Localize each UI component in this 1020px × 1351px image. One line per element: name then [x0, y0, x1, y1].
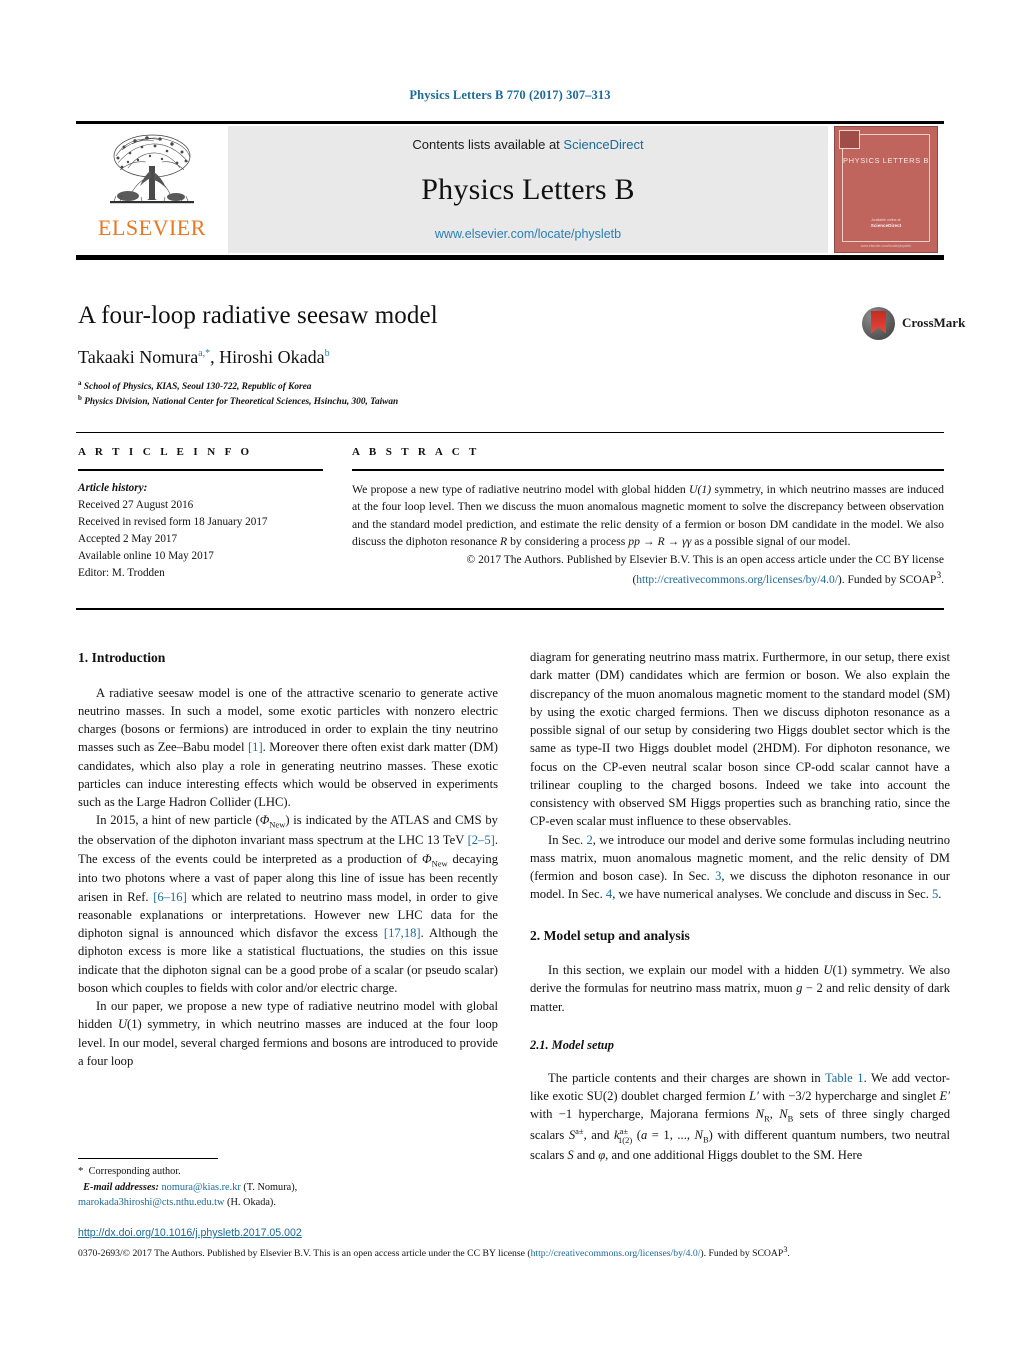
paragraph-intro-5: In Sec. 2, we introduce our model and de… [530, 832, 950, 902]
journal-homepage-link[interactable]: www.elsevier.com/locate/physletb [435, 227, 621, 241]
corresponding-author-note: * Corresponding author. [78, 1163, 498, 1180]
abstract-seg-4: as a possible signal of our model. [691, 534, 851, 548]
footer-copyright-seg-3: . [787, 1248, 790, 1260]
masthead-bottom-rule [76, 255, 944, 260]
abstract-divider [352, 469, 944, 471]
email-owner-okada: (H. Okada). [227, 1196, 276, 1208]
email-link-nomura[interactable]: nomura@kias.re.kr [162, 1182, 241, 1193]
doi-link[interactable]: http://dx.doi.org/10.1016/j.physletb.201… [78, 1227, 302, 1239]
abstract-copyright-seg-3: . [941, 574, 944, 587]
heading-model-setup-analysis: 2. Model setup and analysis [530, 927, 690, 943]
article-info-heading: A R T I C L E I N F O [78, 446, 253, 458]
running-head: Physics Letters B 770 (2017) 307–313 [409, 88, 611, 102]
affiliation-a: School of Physics, KIAS, Seoul 130-722, … [83, 382, 312, 393]
contents-line: Contents lists available at ScienceDirec… [412, 137, 643, 152]
journal-article-page: Physics Letters B 770 (2017) 307–313 ELS… [0, 0, 1020, 1351]
abstract-symbol-u1: U(1) [689, 483, 712, 496]
footer-copyright-seg-2: ). Funded by SCOAP [700, 1248, 784, 1260]
journal-cover-thumbnail: PHYSICS LETTERS B Available online at Sc… [828, 126, 944, 253]
paragraph-sec2-1: In this section, we explain our model wi… [530, 963, 951, 1014]
paragraph-intro-1: A radiative seesaw model is one of the a… [78, 685, 498, 810]
elsevier-logo: ELSEVIER [76, 126, 228, 253]
section-link-5[interactable]: 5 [932, 887, 938, 901]
corresponding-author-text: Corresponding author. [88, 1166, 181, 1177]
section-link-3[interactable]: 3 [715, 869, 721, 883]
affiliation-b: Physics Division, National Center for Th… [84, 397, 399, 408]
email-label: E-mail addresses: [83, 1181, 159, 1193]
asterisk-icon: * [78, 1165, 84, 1177]
cover-foot-sciencedirect: ScienceDirect [870, 223, 902, 228]
body-column-left: 1. Introduction A radiative seesaw model… [78, 648, 498, 1070]
paragraph-sec21-1: The particle contents and their charges … [530, 1070, 951, 1163]
article-info-divider [78, 469, 323, 471]
cover-title: PHYSICS LETTERS B [842, 156, 930, 165]
footer-cc-by-link[interactable]: http://creativecommons.org/licenses/by/4… [531, 1248, 701, 1259]
section-link-2[interactable]: 2 [586, 833, 592, 847]
footnote-rule [78, 1158, 218, 1159]
email-addresses: E-mail addresses: nomura@kias.re.kr (T. … [78, 1180, 498, 1211]
ref-link-2-5[interactable]: [2–5] [468, 833, 495, 847]
abstract-seg-1: We propose a new type of radiative neutr… [352, 483, 690, 496]
journal-name: Physics Letters B [421, 172, 635, 206]
crossmark-label: CrossMark [902, 315, 966, 330]
heading-model-setup: 2.1. Model setup [530, 1037, 614, 1052]
cc-by-license-link[interactable]: http://creativecommons.org/licenses/by/4… [636, 574, 838, 586]
footer-copyright-seg-1: 0370-2693/© 2017 The Authors. Published … [78, 1248, 531, 1260]
author-2: , Hiroshi Okada [210, 347, 325, 367]
body-column-right: diagram for generating neutrino mass mat… [530, 648, 950, 1165]
author-list: Takaaki Nomuraa,*, Hiroshi Okadab [78, 347, 838, 368]
table-link-1[interactable]: Table 1 [825, 1071, 864, 1085]
abstract-block: A B S T R A C T We propose a new type of… [352, 446, 944, 589]
footnote-block: * Corresponding author. E-mail addresses… [78, 1163, 498, 1210]
paragraph-intro-3: In our paper, we propose a new type of r… [78, 999, 498, 1068]
history-received: Received 27 August 2016 [78, 499, 194, 512]
paragraph-intro-2: In 2015, a hint of new particle (ΦNew) i… [78, 813, 498, 995]
ref-link-17-18[interactable]: [17,18] [384, 926, 421, 940]
abstract-copyright: © 2017 The Authors. Published by Elsevie… [352, 552, 944, 589]
ref-link-1[interactable]: [1] [248, 740, 263, 754]
info-top-rule [76, 432, 944, 433]
footer-copyright: 0370-2693/© 2017 The Authors. Published … [78, 1244, 944, 1262]
history-online: Available online 10 May 2017 [78, 550, 214, 563]
heading-introduction: 1. Introduction [78, 650, 166, 665]
cover-foot-available: Available online at [871, 218, 901, 222]
article-history: Article history: Received 27 August 2016… [78, 480, 323, 582]
affiliations: a School of Physics, KIAS, Seoul 130-722… [78, 379, 399, 408]
section-link-4[interactable]: 4 [606, 887, 612, 901]
abstract-text: We propose a new type of radiative neutr… [352, 481, 944, 550]
abstract-seg-3: by considering a process [507, 534, 629, 548]
title-block: A four-loop radiative seesaw model Takaa… [78, 302, 838, 410]
paragraph-intro-4: diagram for generating neutrino mass mat… [530, 650, 950, 829]
history-accepted: Accepted 2 May 2017 [78, 533, 178, 546]
article-info-block: A R T I C L E I N F O Article history: R… [78, 446, 323, 582]
abstract-bottom-rule [76, 608, 944, 610]
abstract-process: pp → R → γγ [628, 534, 692, 548]
cover-foot-url: www.elsevier.com/locate/physletb [860, 244, 912, 248]
masthead-top-rule [76, 121, 944, 124]
journal-banner: Contents lists available at ScienceDirec… [228, 126, 828, 253]
ref-link-6-16[interactable]: [6–16] [153, 890, 187, 904]
article-history-label: Article history: [78, 482, 148, 494]
journal-masthead: ELSEVIER Contents lists available at Sci… [76, 121, 944, 260]
abstract-copyright-seg-2: ). Funded by SCOAP [837, 574, 937, 587]
cover-badge-icon [839, 130, 860, 149]
sciencedirect-link[interactable]: ScienceDirect [563, 137, 643, 152]
page-title: A four-loop radiative seesaw model [78, 302, 438, 329]
contents-prefix: Contents lists available at [412, 137, 564, 152]
elsevier-wordmark: ELSEVIER [98, 215, 206, 240]
author-2-affil-marker[interactable]: b [325, 348, 330, 359]
author-1: Takaaki Nomura [78, 347, 199, 367]
history-editor: Editor: M. Trodden [78, 567, 165, 580]
elsevier-tree-icon [110, 134, 194, 204]
abstract-heading: A B S T R A C T [352, 446, 480, 458]
crossmark-icon [862, 306, 895, 340]
email-owner-nomura: (T. Nomura), [243, 1181, 298, 1193]
email-link-okada[interactable]: marokada3hiroshi@cts.nthu.edu.tw [78, 1197, 224, 1208]
crossmark-badge[interactable]: CrossMark [862, 305, 972, 341]
history-revised: Received in revised form 18 January 2017 [78, 516, 268, 529]
author-1-affil-marker[interactable]: a,* [198, 348, 210, 359]
